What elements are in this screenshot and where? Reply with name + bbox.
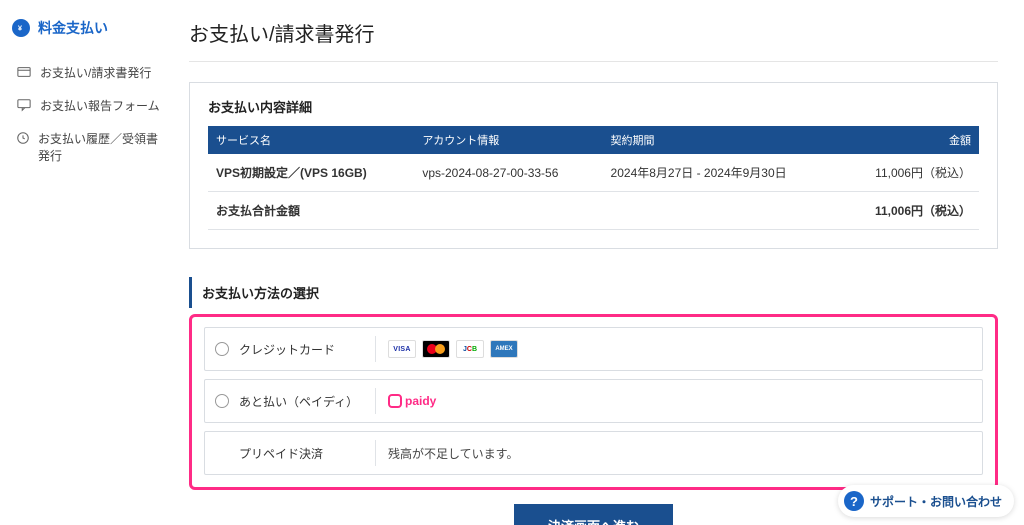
total-row: お支払合計金額 11,006円（税込） [208, 192, 979, 230]
total-amount: 11,006円（税込） [840, 192, 979, 230]
details-heading: お支払い内容詳細 [208, 97, 979, 116]
cell-period: 2024年8月27日 - 2024年9月30日 [603, 154, 841, 192]
support-button[interactable]: ? サポート・お問い合わせ [838, 485, 1014, 517]
question-icon: ? [844, 491, 864, 511]
payment-methods-highlight: クレジットカード VISA JCB AMEX あと払い（ペイディ） [189, 314, 998, 490]
sidebar-item-label: お支払い報告フォーム [40, 97, 160, 114]
mastercard-icon [422, 340, 450, 358]
cell-amount: 11,006円（税込） [840, 154, 979, 192]
payment-method-prepaid: プリペイド決済 残高が不足しています。 [204, 431, 983, 475]
th-account: アカウント情報 [414, 126, 602, 154]
radio-credit[interactable] [215, 342, 229, 356]
sidebar-item-label: お支払い/請求書発行 [40, 64, 151, 81]
payment-method-credit[interactable]: クレジットカード VISA JCB AMEX [204, 327, 983, 371]
sidebar-item-history[interactable]: お支払い履歴／受領書発行 [12, 122, 165, 172]
paidy-icon [388, 394, 402, 408]
paidy-brand: paidy [388, 394, 436, 408]
cell-service: VPS初期設定／(VPS 16GB) [208, 154, 414, 192]
main-content: お支払い/請求書発行 お支払い内容詳細 サービス名 アカウント情報 契約期間 金… [175, 0, 1024, 525]
credit-label: クレジットカード [239, 341, 335, 358]
support-label: サポート・お問い合わせ [870, 493, 1002, 510]
sidebar: ¥ 料金支払い お支払い/請求書発行 お支払い報告フォーム お支払い履歴／受領書… [0, 0, 175, 525]
th-amount: 金額 [840, 126, 979, 154]
proceed-button[interactable]: 決済画面へ進む [514, 504, 673, 525]
th-service: サービス名 [208, 126, 414, 154]
sidebar-item-invoice[interactable]: お支払い/請求書発行 [12, 56, 165, 89]
prepaid-label: プリペイド決済 [239, 445, 323, 462]
chat-icon [16, 97, 32, 113]
payment-method-paidy[interactable]: あと払い（ペイディ） paidy [204, 379, 983, 423]
history-icon [16, 130, 30, 146]
sidebar-heading: ¥ 料金支払い [12, 18, 165, 38]
total-label: お支払合計金額 [208, 192, 414, 230]
page-title: お支払い/請求書発行 [189, 18, 998, 47]
details-table: サービス名 アカウント情報 契約期間 金額 VPS初期設定／(VPS 16GB)… [208, 126, 979, 230]
radio-paidy[interactable] [215, 394, 229, 408]
sidebar-title: 料金支払い [38, 18, 108, 38]
credit-brands: VISA JCB AMEX [376, 332, 982, 366]
prepaid-note: 残高が不足しています。 [376, 437, 982, 470]
jcb-icon: JCB [456, 340, 484, 358]
sidebar-item-report[interactable]: お支払い報告フォーム [12, 89, 165, 122]
th-period: 契約期間 [603, 126, 841, 154]
card-icon [16, 64, 32, 80]
visa-icon: VISA [388, 340, 416, 358]
amex-icon: AMEX [490, 340, 518, 358]
payment-details-card: お支払い内容詳細 サービス名 アカウント情報 契約期間 金額 VPS初期設定／(… [189, 82, 998, 249]
paidy-label: あと払い（ペイディ） [239, 393, 358, 410]
svg-text:¥: ¥ [18, 24, 23, 33]
cell-account: vps-2024-08-27-00-33-56 [414, 154, 602, 192]
divider [189, 61, 998, 62]
sidebar-item-label: お支払い履歴／受領書発行 [38, 130, 161, 164]
table-row: VPS初期設定／(VPS 16GB) vps-2024-08-27-00-33-… [208, 154, 979, 192]
methods-heading: お支払い方法の選択 [189, 277, 998, 308]
yen-icon: ¥ [12, 19, 30, 37]
